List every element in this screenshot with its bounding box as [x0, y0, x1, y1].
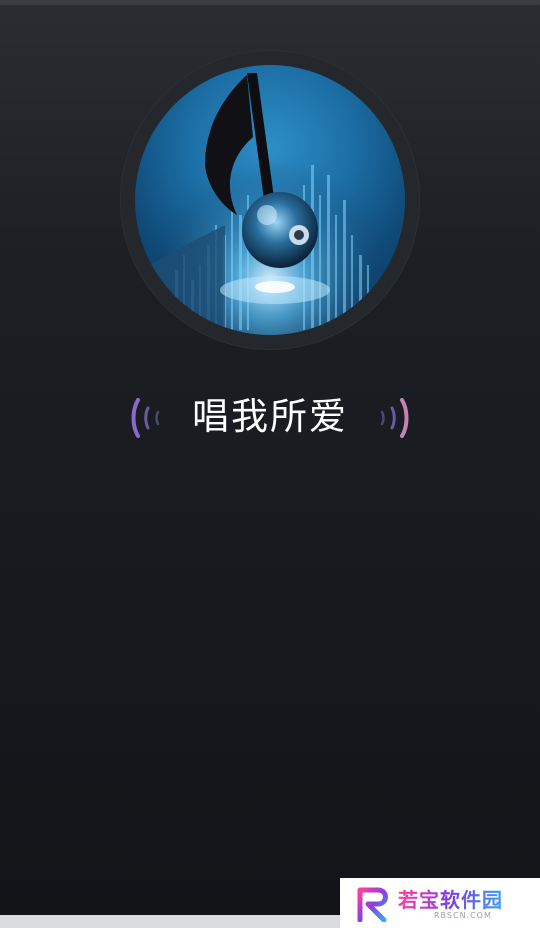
- song-title: 唱我所爱: [192, 395, 348, 438]
- watermark-logo: 若宝软件园 RBSCN.COM: [340, 878, 540, 928]
- watermark-url: RBSCN.COM: [434, 911, 492, 920]
- album-cover[interactable]: [135, 65, 405, 335]
- song-title-row: 唱我所爱: [0, 390, 540, 450]
- sound-wave-left-icon: [131, 398, 160, 438]
- music-note-icon: [135, 65, 405, 335]
- rb-logo-icon: [357, 887, 388, 922]
- sound-wave-right-icon: [380, 398, 409, 438]
- watermark-name: 若宝软件园: [398, 884, 503, 913]
- bottom-strip: [0, 915, 340, 928]
- status-strip: [0, 0, 540, 5]
